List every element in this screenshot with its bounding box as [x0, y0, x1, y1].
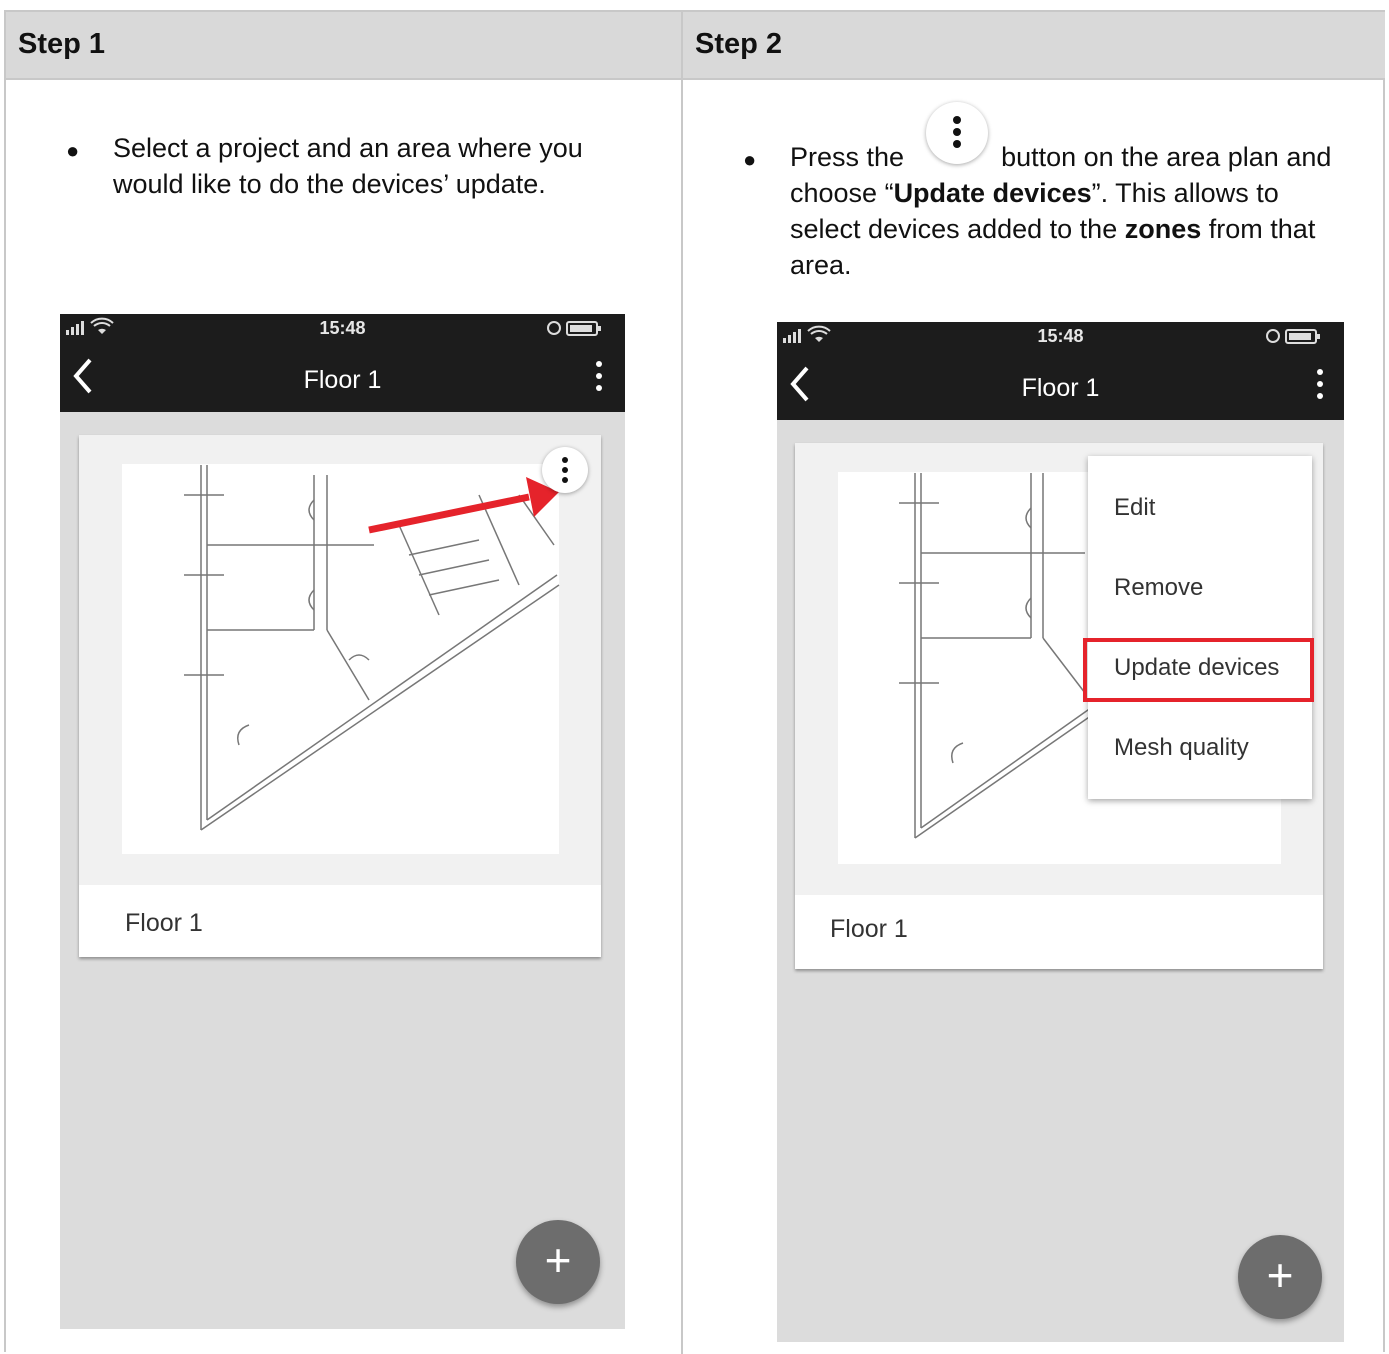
column-divider [681, 12, 683, 1354]
battery-icon [1266, 329, 1320, 344]
bullet: ● [66, 138, 80, 163]
highlight-box [1083, 638, 1314, 702]
menu-item-mesh-quality[interactable]: Mesh quality [1114, 734, 1249, 762]
choose-text: choose “ [790, 178, 894, 208]
card-more-vert-icon[interactable] [542, 447, 588, 493]
app-bar: Floor 1 [60, 342, 625, 412]
add-fab-button[interactable]: + [516, 1220, 600, 1304]
area-text: area. [790, 250, 852, 280]
press-text: Press the [790, 142, 905, 172]
bullet: ● [743, 147, 757, 172]
card-label: Floor 1 [830, 915, 908, 943]
card-label: Floor 1 [125, 909, 203, 937]
more-vert-icon [926, 102, 988, 164]
allows-text: ”. This allows to [1091, 178, 1279, 208]
more-vert-icon[interactable] [589, 354, 609, 398]
step2-instruction: Press the button on the area plan and ch… [790, 139, 1370, 283]
phone-screenshot-step1: 15:48 Floor 1 Floor 1 + [60, 314, 625, 1329]
step1-header-label: Step 1 [18, 28, 106, 60]
from-that-text: from that [1208, 214, 1316, 244]
step1-instruction: Select a project and an area where you w… [113, 133, 583, 199]
status-bar: 15:48 [777, 322, 1344, 350]
update-devices-bold: Update devices [893, 178, 1092, 208]
add-fab-button[interactable]: + [1238, 1235, 1322, 1319]
floor-plan [79, 435, 601, 885]
step1-header: Step 1 [6, 12, 683, 80]
app-title: Floor 1 [1021, 374, 1100, 402]
floor-plan-drawing [184, 465, 560, 831]
menu-item-remove[interactable]: Remove [1114, 574, 1203, 602]
app-title: Floor 1 [303, 366, 382, 394]
status-bar: 15:48 [60, 314, 625, 342]
select-devices-text: select devices added to the [790, 214, 1118, 244]
menu-item-edit[interactable]: Edit [1114, 494, 1155, 522]
more-vert-icon[interactable] [1310, 362, 1330, 406]
overflow-menu: Edit Remove Update devices Mesh quality [1088, 456, 1312, 799]
battery-icon [547, 321, 601, 336]
step2-header: Step 2 [683, 12, 1385, 80]
area-card[interactable]: Floor 1 [79, 435, 601, 957]
status-time: 15:48 [1037, 326, 1084, 346]
after-icon-text: button on the area plan and [1001, 142, 1332, 172]
app-bar: Floor 1 [777, 350, 1344, 420]
phone-screenshot-step2: 15:48 Floor 1 Floor 1 Edit Remove Update… [777, 322, 1344, 1342]
step2-header-label: Step 2 [695, 28, 783, 60]
zones-bold: zones [1124, 214, 1202, 244]
